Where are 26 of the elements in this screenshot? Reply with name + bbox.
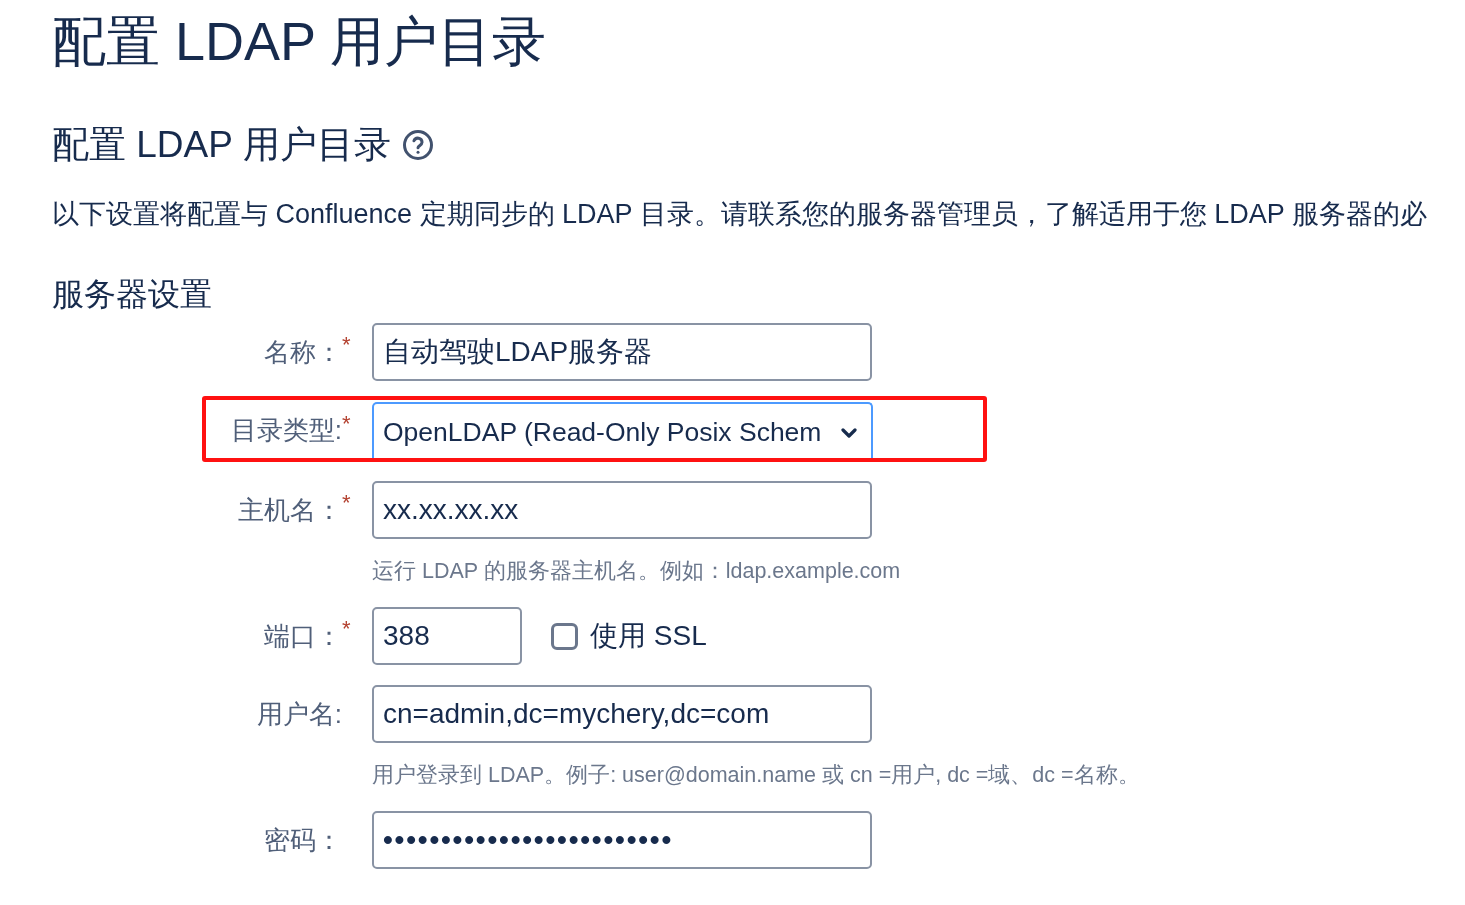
port-input[interactable]: 388 — [372, 607, 522, 665]
help-icon[interactable] — [402, 130, 433, 160]
required-asterisk: * — [342, 332, 351, 358]
field-label: 名称： — [264, 335, 342, 369]
checkbox[interactable] — [551, 622, 578, 650]
section-title: 配置 LDAP 用户目录 — [52, 123, 391, 167]
text-input[interactable]: cn=admin,dc=mychery,dc=com — [372, 685, 872, 743]
required-asterisk: * — [342, 411, 351, 437]
chevron-down-icon — [841, 427, 857, 438]
field-label: 目录类型: — [230, 413, 342, 447]
field-label: 主机名： — [238, 493, 342, 527]
text-input[interactable]: 自动驾驶LDAP服务器 — [372, 323, 872, 381]
field-hint: 用户登录到 LDAP。例子: user@domain.name 或 cn =用户, dc =域、dc =名称。 — [372, 763, 1140, 787]
field-hint: 运行 LDAP 的服务器主机名。例如：ldap.example.com — [372, 559, 901, 583]
settings-heading: 服务器设置 — [52, 275, 212, 314]
text-input[interactable]: xx.xx.xx.xx — [372, 481, 872, 539]
field-label: 用户名: — [256, 697, 342, 731]
page-title: 配置 LDAP 用户目录 — [52, 10, 547, 73]
field-label: 密码： — [264, 823, 342, 857]
password-input[interactable]: ••••••••••••••••••••••••• — [372, 811, 872, 869]
section-description: 以下设置将配置与 Confluence 定期同步的 LDAP 目录。请联系您的服务器管理员，了解适用于您 LDAP 服务器的必 — [52, 198, 1427, 231]
directory-type-dropdown[interactable]: OpenLDAP (Read-Only Posix Schem — [372, 402, 873, 458]
required-asterisk: * — [342, 490, 351, 516]
checkbox-label: 使用 SSL — [590, 619, 707, 653]
required-asterisk: * — [342, 616, 351, 642]
field-label: 端口： — [264, 619, 342, 653]
